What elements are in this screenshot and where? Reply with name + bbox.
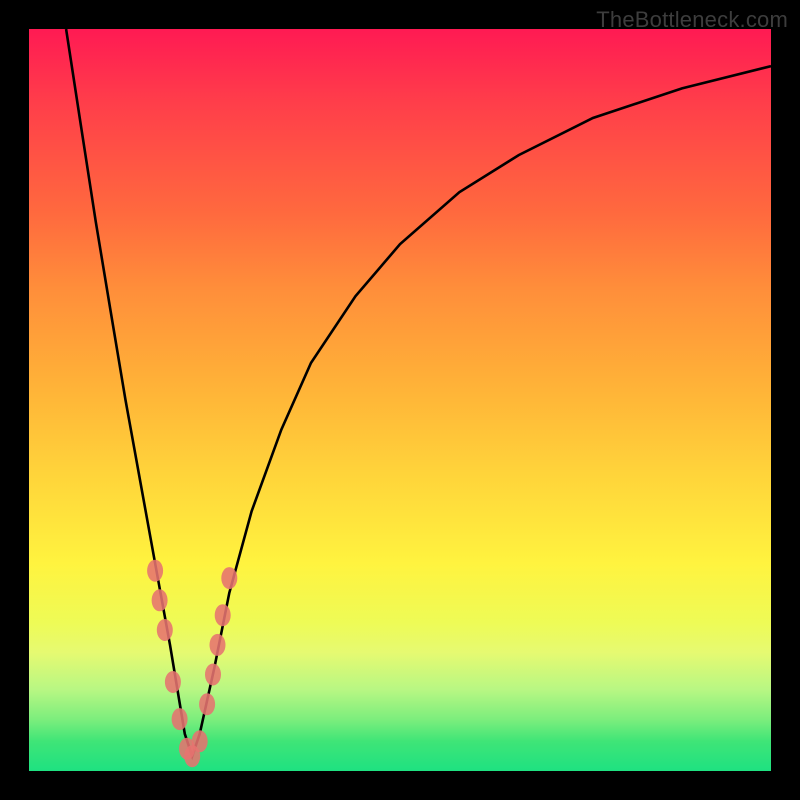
scatter-point [152, 589, 168, 611]
scatter-point [192, 730, 208, 752]
scatter-point [165, 671, 181, 693]
scatter-point [205, 664, 221, 686]
bottleneck-curve [66, 29, 771, 756]
scatter-point [210, 634, 226, 656]
scatter-point [221, 567, 237, 589]
scatter-point [215, 604, 231, 626]
scatter-layer [147, 560, 237, 768]
curve-layer [66, 29, 771, 756]
scatter-point [157, 619, 173, 641]
chart-svg [29, 29, 771, 771]
plot-area [29, 29, 771, 771]
scatter-point [199, 693, 215, 715]
watermark-text: TheBottleneck.com [596, 7, 788, 33]
scatter-point [172, 708, 188, 730]
scatter-point [147, 560, 163, 582]
outer-frame: TheBottleneck.com [0, 0, 800, 800]
